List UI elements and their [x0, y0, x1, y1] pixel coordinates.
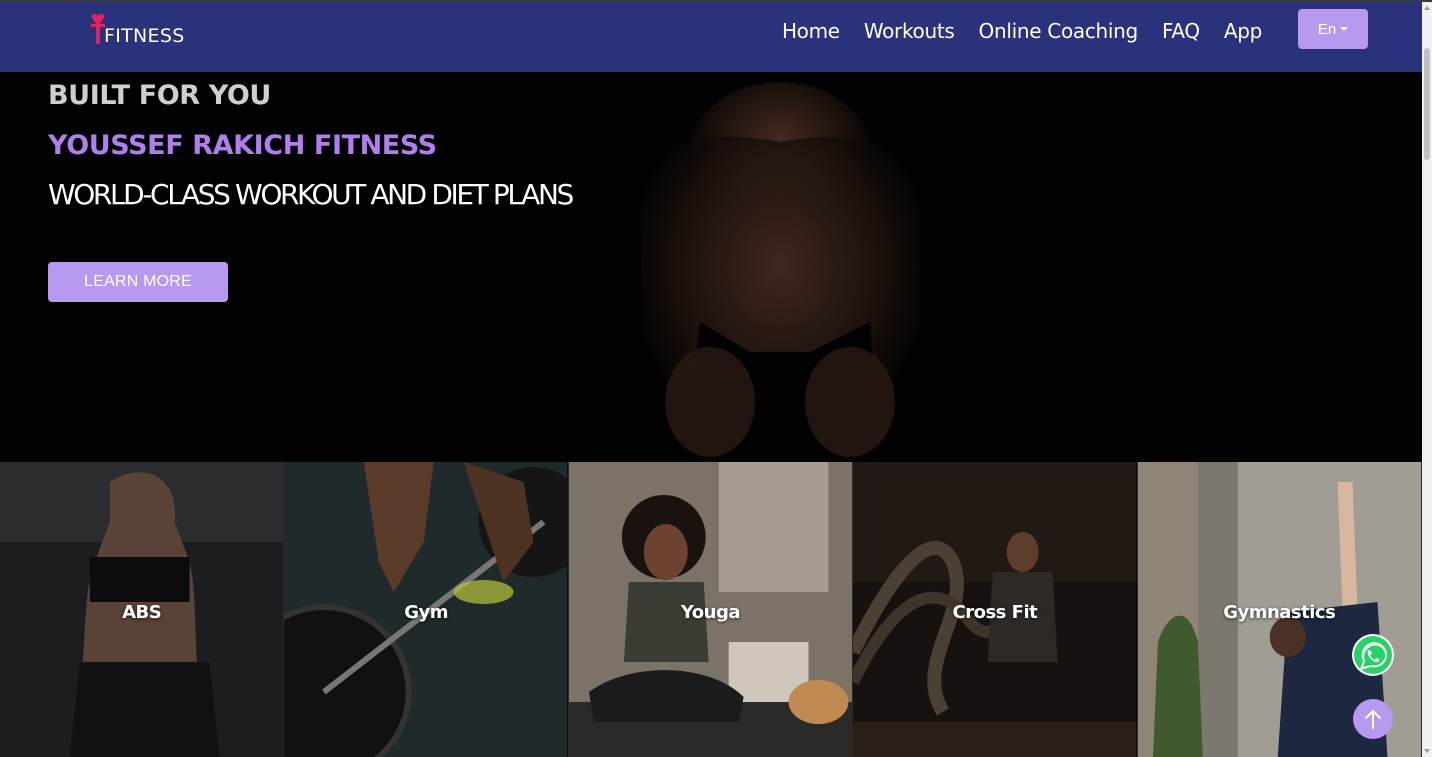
hero-headline: WORLD-CLASS WORKOUT AND DIET PLANS [48, 178, 574, 211]
category-label: Gym [404, 602, 448, 623]
site-logo[interactable]: FITNESS [88, 12, 188, 52]
scroll-down-arrow-icon[interactable] [1424, 749, 1430, 753]
category-label: Gymnastics [1223, 602, 1336, 623]
chevron-down-icon [1340, 27, 1349, 31]
category-card-cross-fit[interactable]: Cross Fit [853, 462, 1138, 757]
page-scrollbar[interactable] [1422, 2, 1432, 757]
arrow-up-icon [1365, 709, 1381, 729]
nav-link-workouts[interactable]: Workouts [852, 16, 967, 46]
whatsapp-button[interactable] [1352, 634, 1394, 676]
whatsapp-icon [1354, 636, 1392, 674]
nav-link-faq[interactable]: FAQ [1150, 16, 1212, 46]
learn-more-button[interactable]: LEARN MORE [48, 262, 228, 302]
nav-links: Home Workouts Online Coaching FAQ App [770, 16, 1274, 46]
nav-link-online-coaching[interactable]: Online Coaching [967, 16, 1150, 46]
nav-link-home[interactable]: Home [770, 16, 852, 46]
logo-text: FITNESS [104, 25, 185, 47]
language-dropdown-button[interactable]: En [1298, 9, 1368, 49]
category-cards: ABS Gym Youga Cross Fit Gymnastics [0, 462, 1422, 757]
language-label: En [1317, 20, 1337, 38]
category-card-youga[interactable]: Youga [568, 462, 854, 757]
hero-section: BUILT FOR YOU YOUSSEF RAKICH FITNESS WOR… [0, 72, 1422, 462]
scroll-up-arrow-icon[interactable] [1424, 6, 1430, 10]
category-card-abs[interactable]: ABS [0, 462, 285, 757]
category-card-gym[interactable]: Gym [284, 462, 569, 757]
navbar: FITNESS Home Workouts Online Coaching FA… [0, 2, 1422, 72]
scroll-to-top-button[interactable] [1353, 699, 1393, 739]
category-label: ABS [122, 602, 162, 623]
scrollbar-thumb[interactable] [1424, 48, 1430, 160]
category-label: Cross Fit [952, 602, 1038, 623]
category-label: Youga [680, 602, 741, 623]
nav-link-app[interactable]: App [1212, 16, 1274, 46]
hero-athlete-image [640, 82, 920, 462]
hero-brand-name: YOUSSEF RAKICH FITNESS [48, 130, 437, 161]
hero-tagline: BUILT FOR YOU [48, 80, 271, 111]
